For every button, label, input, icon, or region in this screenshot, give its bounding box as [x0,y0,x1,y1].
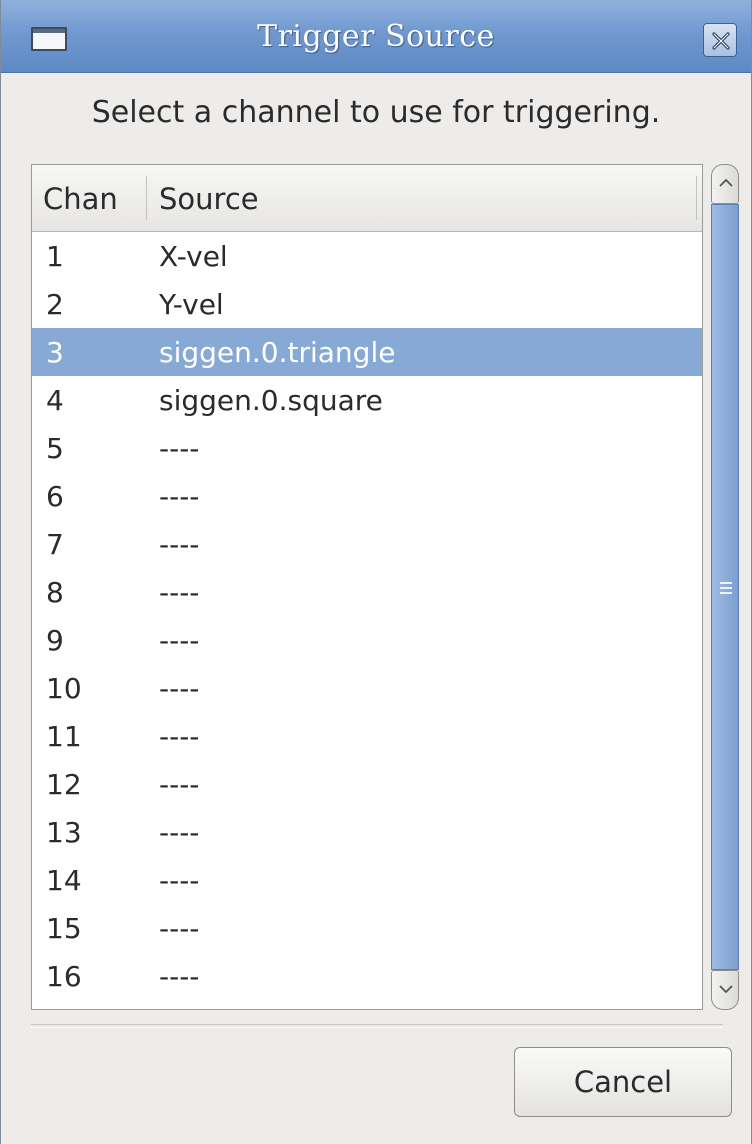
list-row[interactable]: 9 ---- [32,616,702,664]
column-header-chan[interactable]: Chan [43,182,118,216]
close-icon [712,32,730,50]
channel-number: 12 [46,768,82,801]
list-row[interactable]: 3 siggen.0.triangle [32,328,702,376]
list-row[interactable]: 11 ---- [32,712,702,760]
list-row[interactable]: 16 ---- [32,952,702,1000]
scroll-up-button[interactable] [711,164,739,204]
channel-source: ---- [159,864,200,897]
channel-number: 2 [46,288,64,321]
window-title: Trigger Source [257,19,495,54]
cancel-button[interactable]: Cancel [514,1047,732,1117]
channel-number: 13 [46,816,82,849]
list-row[interactable]: 7 ---- [32,520,702,568]
close-button[interactable] [703,23,737,57]
grip-line [720,587,732,589]
channel-source: ---- [159,720,200,753]
channel-number: 3 [46,336,64,369]
column-separator[interactable] [146,176,147,220]
instruction-label: Select a channel to use for triggering. [91,95,661,130]
channel-source: ---- [159,528,200,561]
list-row[interactable]: 1 X-vel [32,232,702,280]
grip-line [720,592,732,594]
chevron-down-icon [719,985,733,994]
channel-number: 15 [46,912,82,945]
list-row[interactable]: 10 ---- [32,664,702,712]
channel-source: ---- [159,432,200,465]
column-header-source[interactable]: Source [159,182,259,216]
list-row[interactable]: 12 ---- [32,760,702,808]
channel-source: ---- [159,768,200,801]
channel-number: 16 [46,960,82,993]
channel-number: 14 [46,864,82,897]
channel-list[interactable]: Chan Source 1 X-vel 2 Y-vel 3 siggen.0.triang… [31,164,703,1010]
channel-number: 5 [46,432,64,465]
list-row[interactable]: 15 ---- [32,904,702,952]
channel-source: siggen.0.triangle [159,336,396,369]
grip-line [720,582,732,584]
column-separator [696,176,697,220]
channel-source: X-vel [159,240,228,273]
channel-number: 8 [46,576,64,609]
list-row[interactable]: 4 siggen.0.square [32,376,702,424]
vertical-scrollbar[interactable] [711,164,739,1010]
list-row[interactable]: 2 Y-vel [32,280,702,328]
channel-source: ---- [159,624,200,657]
channel-source: Y-vel [159,288,224,321]
channel-number: 9 [46,624,64,657]
channel-source: ---- [159,480,200,513]
channel-source: ---- [159,960,200,993]
channel-source: ---- [159,672,200,705]
channel-number: 1 [46,240,64,273]
channel-source: ---- [159,816,200,849]
channel-number: 11 [46,720,82,753]
scroll-down-button[interactable] [711,970,739,1010]
chevron-up-icon [719,178,733,187]
list-rows: 1 X-vel 2 Y-vel 3 siggen.0.triangle 4 siggen.0.… [32,232,702,1000]
trigger-source-dialog: Trigger Source Select a channel to use f… [0,0,752,1144]
list-row[interactable]: 14 ---- [32,856,702,904]
list-row[interactable]: 8 ---- [32,568,702,616]
scroll-thumb[interactable] [711,204,739,970]
list-row[interactable]: 13 ---- [32,808,702,856]
channel-source: ---- [159,576,200,609]
channel-number: 10 [46,672,82,705]
list-row[interactable]: 5 ---- [32,424,702,472]
channel-number: 6 [46,480,64,513]
list-header: Chan Source [32,165,702,232]
list-row[interactable]: 6 ---- [32,472,702,520]
channel-number: 7 [46,528,64,561]
channel-source: siggen.0.square [159,384,383,417]
title-bar[interactable]: Trigger Source [1,0,751,73]
channel-source: ---- [159,912,200,945]
channel-number: 4 [46,384,64,417]
separator [31,1024,723,1028]
